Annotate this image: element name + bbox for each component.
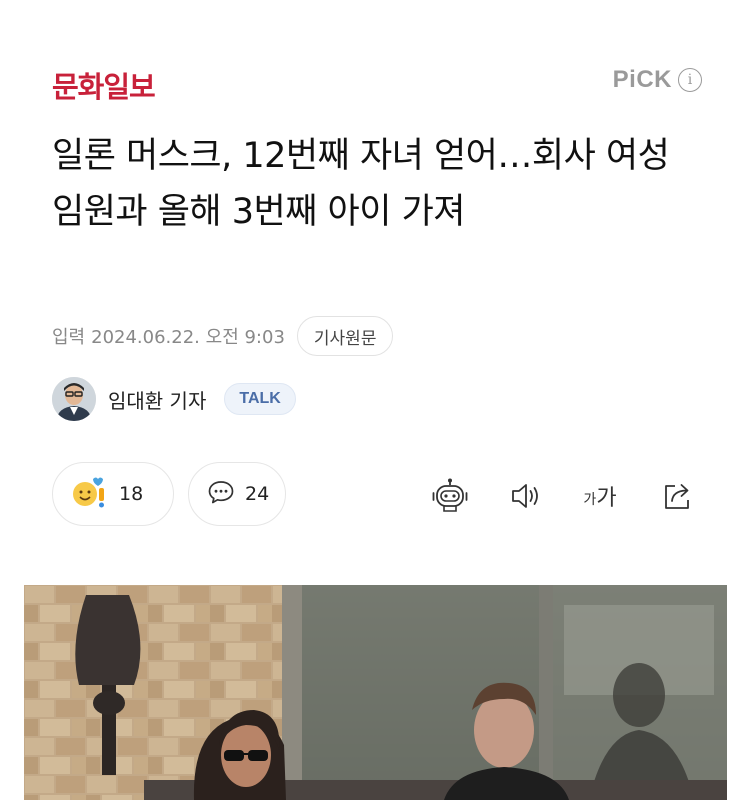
article-action-bar: 18 24 가 가 <box>52 462 702 526</box>
article-meta: 입력 2024.06.22. 오전 9:03 기사원문 <box>52 316 394 356</box>
reporter-row: 임대환 기자 TALK <box>52 376 296 422</box>
reaction-button[interactable]: 18 <box>52 462 174 526</box>
reporter-avatar[interactable] <box>52 377 96 421</box>
press-logo[interactable]: 문화일보 <box>52 64 156 106</box>
pick-label: PiCK <box>612 66 672 93</box>
article-header: 문화일보 PiCK i <box>52 62 702 104</box>
font-size-large-label: 가 <box>596 486 617 511</box>
info-icon[interactable]: i <box>678 68 702 92</box>
article-headline: 일론 머스크, 12번째 자녀 얻어…회사 여성 임원과 올해 3번째 아이 가… <box>52 136 670 232</box>
reporter-name[interactable]: 임대환 기자 <box>108 385 206 414</box>
reaction-emoji-icon <box>71 475 109 513</box>
speaker-icon[interactable] <box>506 476 546 516</box>
talk-button[interactable]: TALK <box>224 383 296 415</box>
share-icon[interactable] <box>658 476 698 516</box>
font-size-icon[interactable]: 가 가 <box>576 476 624 516</box>
robot-summary-icon[interactable] <box>430 476 470 516</box>
reaction-count: 18 <box>119 483 144 505</box>
publish-date: 2024.06.22. 오전 9:03 <box>91 327 285 348</box>
font-size-small-label: 가 <box>583 492 597 508</box>
comment-bubble-icon <box>207 479 235 509</box>
article-photo[interactable] <box>24 585 727 800</box>
date-label: 입력 <box>52 327 86 348</box>
comment-button[interactable]: 24 <box>188 462 286 526</box>
original-article-button[interactable]: 기사원문 <box>296 316 394 356</box>
comment-count: 24 <box>245 483 270 505</box>
pick-badge[interactable]: PiCK i <box>613 66 702 94</box>
